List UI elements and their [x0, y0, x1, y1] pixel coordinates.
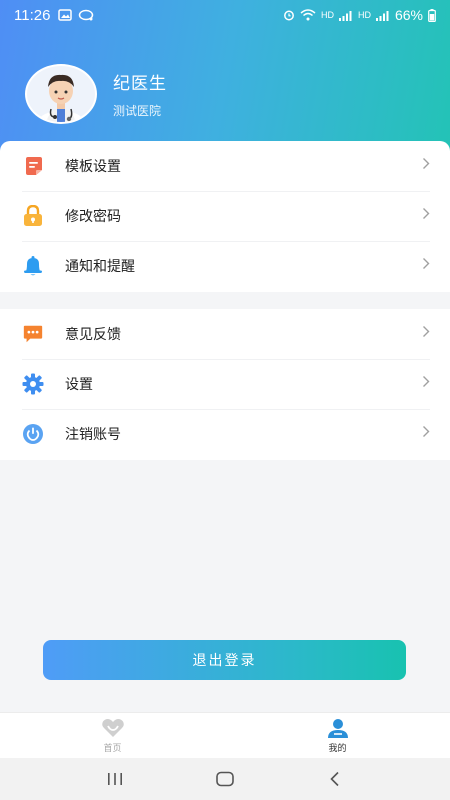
doctor-name: 纪医生 — [113, 74, 167, 93]
battery-percent: 66% — [394, 7, 423, 23]
lock-icon — [22, 205, 44, 227]
chevron-right-icon — [422, 157, 430, 175]
chevron-right-icon — [422, 425, 430, 443]
tab-home[interactable]: 首页 — [0, 713, 225, 758]
menu-label-deactivate-account: 注销账号 — [65, 426, 121, 442]
menu-label-notifications: 通知和提醒 — [65, 258, 135, 274]
chat-icon — [79, 9, 94, 21]
battery-icon — [428, 8, 436, 22]
menu-label-settings: 设置 — [65, 376, 93, 392]
feedback-icon — [22, 323, 44, 345]
signal-icon-2 — [375, 10, 389, 21]
chevron-right-icon — [422, 375, 430, 393]
wifi-icon — [300, 9, 316, 21]
menu-item-change-password[interactable]: 修改密码 — [0, 191, 450, 241]
system-nav-bar — [0, 758, 450, 800]
profile-section[interactable]: 纪医生 测试医院 — [25, 64, 167, 124]
doctor-avatar-icon — [39, 74, 83, 122]
home-nav-icon — [216, 771, 234, 787]
back-icon — [330, 771, 339, 787]
chevron-right-icon — [422, 207, 430, 225]
chevron-right-icon — [422, 257, 430, 275]
menu-group-2: 意见反馈 设置 注销账号 — [0, 309, 450, 460]
tab-bar: 首页 我的 — [0, 712, 450, 758]
menu-item-settings[interactable]: 设置 — [0, 359, 450, 409]
menu-item-feedback[interactable]: 意见反馈 — [0, 309, 450, 359]
bell-icon — [22, 255, 44, 277]
chevron-right-icon — [422, 325, 430, 343]
heart-home-icon — [101, 718, 124, 737]
user-icon — [327, 718, 348, 738]
tab-mine[interactable]: 我的 — [225, 713, 450, 758]
gallery-icon — [58, 9, 73, 21]
network-label-2: HD — [357, 10, 371, 20]
menu-item-deactivate-account[interactable]: 注销账号 — [0, 409, 450, 459]
status-time: 11:26 — [14, 6, 51, 24]
menu-label-template-settings: 模板设置 — [65, 158, 121, 174]
menu-label-change-password: 修改密码 — [65, 208, 121, 224]
status-bar: 11:26 HD HD 66% — [0, 0, 450, 30]
menu-group-1: 模板设置 修改密码 通知和提醒 — [0, 141, 450, 292]
home-button[interactable] — [210, 764, 240, 794]
power-icon — [22, 423, 44, 445]
tab-mine-label: 我的 — [328, 742, 347, 753]
signal-icon — [338, 10, 352, 21]
template-icon — [22, 155, 44, 177]
recent-apps-button[interactable] — [100, 764, 130, 794]
logout-button[interactable]: 退出登录 — [43, 640, 406, 680]
menu-item-notifications[interactable]: 通知和提醒 — [0, 241, 450, 291]
tab-home-label: 首页 — [103, 742, 122, 753]
hospital-name: 测试医院 — [113, 104, 162, 118]
avatar[interactable] — [25, 64, 97, 124]
network-label-1: HD — [320, 10, 334, 20]
alarm-icon — [284, 10, 294, 21]
menu-label-feedback: 意见反馈 — [65, 326, 121, 342]
recent-apps-icon — [108, 773, 122, 785]
menu-item-template-settings[interactable]: 模板设置 — [0, 141, 450, 191]
back-button[interactable] — [320, 764, 350, 794]
gear-icon — [22, 373, 44, 395]
